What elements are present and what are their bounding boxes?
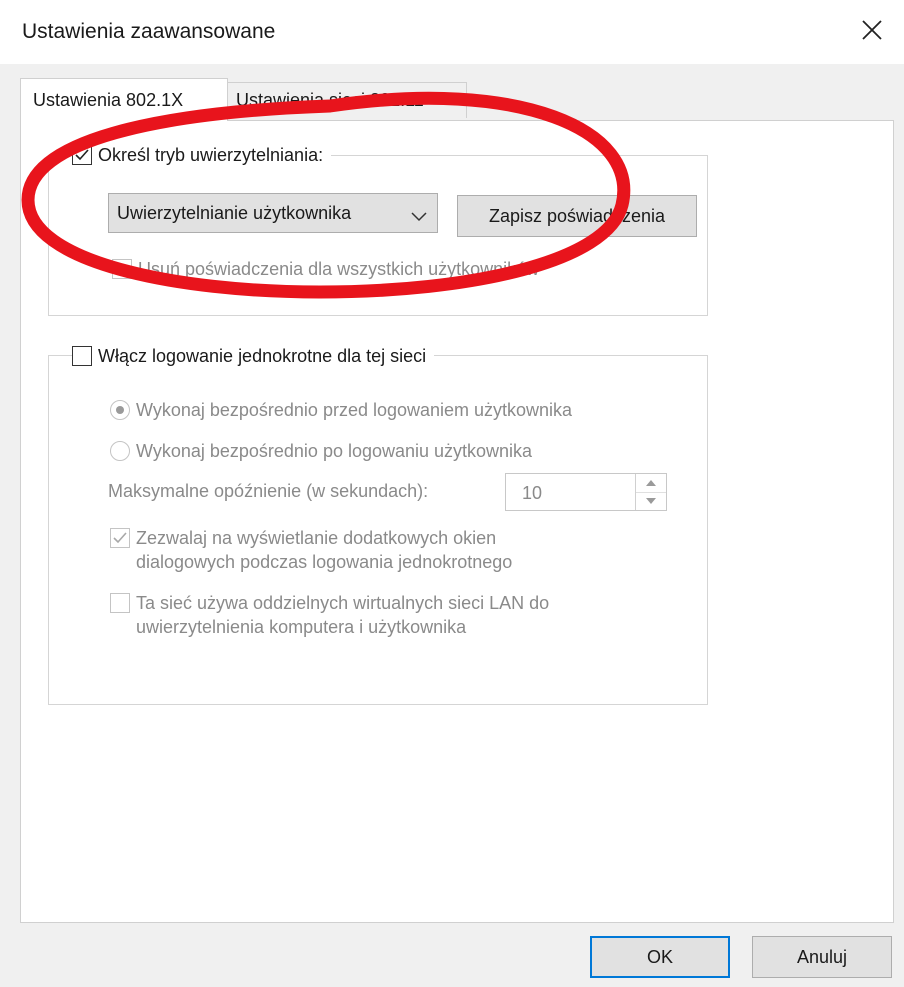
specify-auth-mode-label: Określ tryb uwierzytelniania: [98, 144, 324, 165]
separate-vlans-line1: Ta sieć używa oddzielnych wirtualnych si… [136, 593, 550, 613]
save-credentials-button[interactable]: Zapisz poświadczenia [457, 195, 697, 237]
close-button[interactable] [840, 0, 904, 64]
spin-up-button[interactable] [636, 474, 666, 493]
delete-credentials-label: Usuń poświadczenia dla wszystkich użytko… [138, 259, 540, 279]
separate-vlans-label: Ta sieć używa oddzielnych wirtualnych si… [136, 591, 549, 639]
ok-label: OK [646, 946, 673, 967]
tab-802-11-settings[interactable]: Ustawienia sieci 802.11 [227, 82, 467, 118]
separate-vlans-line2: uwierzytelnienia komputera i użytkownika [136, 617, 467, 637]
auth-mode-dropdown[interactable]: Uwierzytelnianie użytkownika [108, 193, 438, 233]
max-delay-value: 10 [522, 483, 543, 503]
dialog-title: Ustawienia zaawansowane [22, 20, 276, 43]
radio-selected-icon [110, 400, 130, 420]
allow-extra-dialogs-label: Zezwalaj na wyświetlanie dodatkowych oki… [136, 526, 512, 574]
triangle-down-icon [646, 498, 656, 504]
tab-label: Ustawienia sieci 802.11 [236, 90, 424, 110]
specify-auth-mode-checkbox[interactable]: Określ tryb uwierzytelniania: [72, 142, 332, 168]
chevron-down-icon [411, 206, 427, 227]
tab-802-1x-settings[interactable]: Ustawienia 802.1X [20, 78, 228, 121]
auth-mode-selected: Uwierzytelnianie użytkownika [117, 202, 352, 223]
radio-after-logon-label: Wykonaj bezpośrednio po logowaniu użytko… [136, 441, 533, 461]
radio-before-logon[interactable]: Wykonaj bezpośrednio przed logowaniem uż… [110, 400, 572, 421]
allow-extra-dialogs-line2: dialogowych podczas logowania jednokrotn… [136, 552, 513, 572]
radio-after-logon[interactable]: Wykonaj bezpośrednio po logowaniu użytko… [110, 441, 532, 462]
checkbox-checked-icon [110, 528, 130, 548]
tab-label: Ustawienia 802.1X [33, 89, 184, 110]
checkbox-checked-icon [72, 145, 92, 165]
enable-sso-checkbox[interactable]: Włącz logowanie jednokrotne dla tej siec… [72, 343, 435, 369]
enable-sso-label: Włącz logowanie jednokrotne dla tej siec… [98, 345, 427, 366]
title-bar: Ustawienia zaawansowane [0, 0, 904, 64]
save-credentials-label: Zapisz poświadczenia [488, 205, 666, 226]
ok-button[interactable]: OK [590, 936, 730, 978]
checkbox-unchecked-icon [112, 259, 132, 279]
triangle-up-icon [646, 480, 656, 486]
separate-vlans-checkbox[interactable]: Ta sieć używa oddzielnych wirtualnych si… [110, 591, 549, 639]
spinner-buttons [635, 474, 666, 510]
delete-credentials-checkbox[interactable]: Usuń poświadczenia dla wszystkich użytko… [112, 259, 539, 280]
allow-extra-dialogs-line1: Zezwalaj na wyświetlanie dodatkowych oki… [136, 528, 497, 548]
radio-unselected-icon [110, 441, 130, 461]
close-icon [861, 19, 883, 46]
checkbox-unchecked-icon [110, 593, 130, 613]
spin-down-button[interactable] [636, 492, 666, 510]
max-delay-spinner[interactable]: 10 [505, 473, 667, 511]
radio-before-logon-label: Wykonaj bezpośrednio przed logowaniem uż… [136, 400, 573, 420]
cancel-button[interactable]: Anuluj [752, 936, 892, 978]
cancel-label: Anuluj [796, 946, 848, 967]
allow-extra-dialogs-checkbox[interactable]: Zezwalaj na wyświetlanie dodatkowych oki… [110, 526, 512, 574]
max-delay-label: Maksymalne opóźnienie (w sekundach): [108, 481, 429, 501]
advanced-settings-dialog: Ustawienia zaawansowane Ustawienia sieci… [0, 0, 904, 987]
checkbox-unchecked-icon [72, 346, 92, 366]
